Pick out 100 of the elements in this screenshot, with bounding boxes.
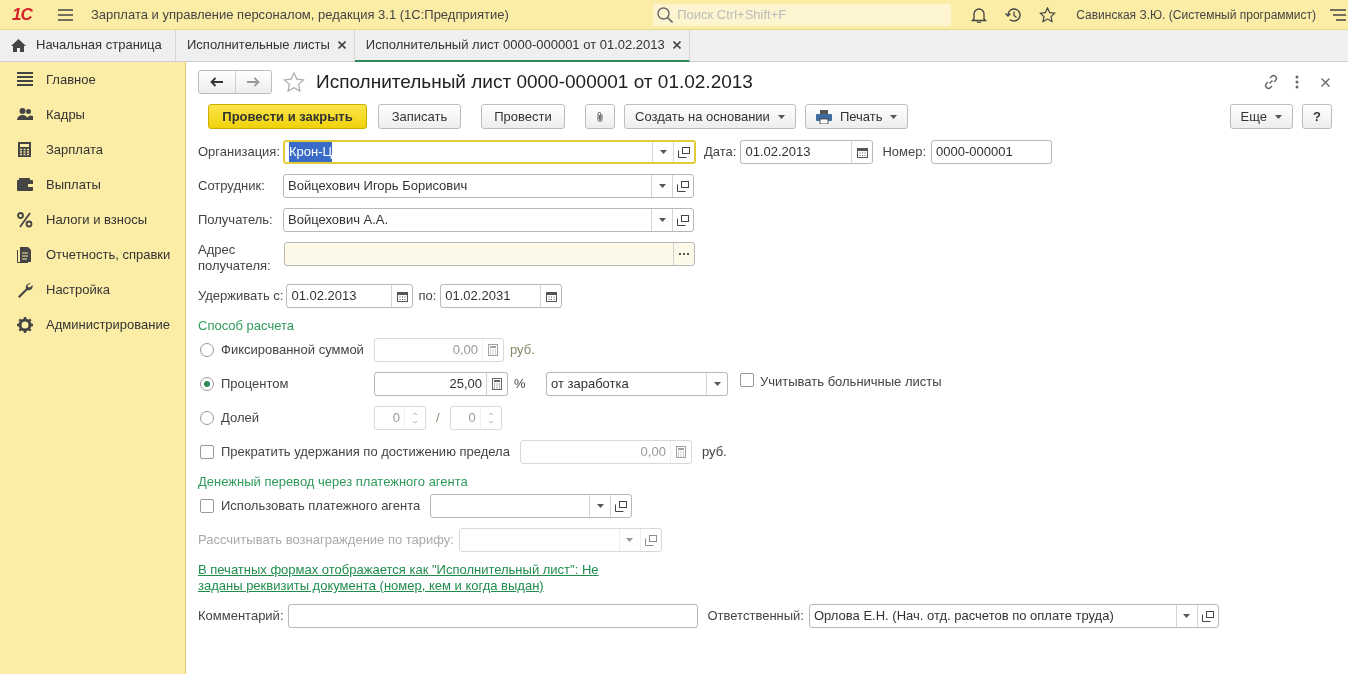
sidebar-item[interactable]: Главное <box>46 69 96 90</box>
close-icon[interactable] <box>672 41 681 49</box>
app-title: Зарплата и управление персоналом, редакция 3.1 (1С:Предприятие) <box>91 5 509 24</box>
document-title: Исполнительный лист 0000-000001 от 01.02.2013 <box>316 69 753 94</box>
more-icon[interactable] <box>1295 75 1299 89</box>
list-icon <box>17 71 33 88</box>
checkbox[interactable] <box>200 499 214 513</box>
attach-button[interactable] <box>585 104 615 129</box>
unit-label: руб. <box>510 341 535 360</box>
logo: 1С <box>12 3 34 26</box>
option-label[interactable]: Фиксированной суммой <box>221 340 364 360</box>
paperclip-icon <box>596 109 604 124</box>
toolbar-button[interactable]: Записать <box>378 104 461 129</box>
field-label: по: <box>418 287 437 306</box>
field-label: Комментарий: <box>198 607 284 626</box>
open-icon <box>615 500 628 512</box>
sidebar-item[interactable]: Настройка <box>46 279 110 300</box>
notice-link[interactable]: В печатных формах отображается как "Исполнительный лист": Не заданы реквизиты документа (номер, кем и когда выдан) <box>198 562 608 594</box>
sidebar-item[interactable]: Налоги и взносы <box>46 209 148 230</box>
spinner-icon <box>487 411 494 425</box>
document-icon <box>17 246 33 263</box>
open-icon <box>677 180 689 192</box>
radio-button[interactable] <box>200 411 214 425</box>
caret-icon <box>890 114 898 119</box>
checkbox[interactable] <box>740 373 754 387</box>
checkbox-label[interactable]: Учитывать больничные листы <box>760 372 942 392</box>
wallet-icon <box>17 176 33 193</box>
checkbox[interactable] <box>200 445 214 459</box>
caret-icon <box>626 538 634 542</box>
calendar-icon <box>396 290 408 302</box>
menu-button[interactable]: Создать на основании <box>624 104 796 129</box>
menu-icon[interactable] <box>1330 8 1346 21</box>
bell-icon[interactable] <box>971 6 988 23</box>
caret-icon <box>659 150 667 154</box>
gear-icon <box>17 316 33 333</box>
field-label: Сотрудник: <box>198 178 266 194</box>
option-label[interactable]: Долей <box>221 408 259 428</box>
home-icon <box>11 38 26 52</box>
menu-button[interactable]: Еще <box>1229 104 1293 129</box>
printer-icon <box>815 109 832 124</box>
tab[interactable]: Исполнительный лист 0000-000001 от 01.02.2013 <box>354 30 690 62</box>
user-name[interactable]: Савинская З.Ю. (Системный программист) <box>1076 5 1316 24</box>
close-icon[interactable] <box>1321 77 1330 87</box>
sidebar-item[interactable]: Выплаты <box>46 174 101 195</box>
search-icon <box>657 6 674 23</box>
close-icon[interactable] <box>337 41 346 49</box>
sidebar-item[interactable]: Отчетность, справки <box>46 244 171 265</box>
wrench-icon <box>17 281 33 298</box>
sidebar-item[interactable]: Администрирование <box>46 314 170 335</box>
spinner-icon <box>412 411 418 425</box>
unit-label: руб. <box>701 443 727 462</box>
caret-icon <box>658 184 666 188</box>
responsible-select[interactable]: Орлова Е.Н. (Нач. отд. расчетов по оплате труда) <box>808 604 1219 628</box>
star-icon[interactable] <box>283 71 305 93</box>
open-icon <box>645 534 657 546</box>
start-date-field[interactable]: 01.02.2013 <box>286 284 414 308</box>
date-field[interactable]: 01.02.2013 <box>740 140 874 164</box>
checkbox-label[interactable]: Использовать платежного агента <box>221 496 421 516</box>
calculator-icon <box>492 378 502 390</box>
menu-button[interactable]: Печать <box>804 104 909 129</box>
caret-icon <box>777 114 785 119</box>
radio-button[interactable] <box>200 343 214 357</box>
calculator-icon <box>675 446 686 458</box>
organization-field[interactable]: Крон-Ц <box>283 140 696 164</box>
star-icon[interactable] <box>1039 6 1057 23</box>
open-icon <box>678 146 690 158</box>
section-heading: Способ расчета <box>198 318 295 334</box>
comment-field[interactable] <box>287 604 698 628</box>
amount-field[interactable]: 25,00 <box>374 372 508 396</box>
sidebar-item[interactable]: Кадры <box>46 104 85 125</box>
employee-field[interactable]: Войцехович Игорь Борисович <box>283 174 694 198</box>
link-icon[interactable] <box>1263 74 1279 90</box>
toolbar-button[interactable]: ? <box>1302 104 1332 129</box>
address-field[interactable] <box>284 242 695 266</box>
open-icon <box>677 214 689 226</box>
caret-icon <box>1275 114 1282 119</box>
menu-icon[interactable] <box>58 8 73 21</box>
number-field[interactable]: 0000-000001 <box>931 140 1053 164</box>
sidebar-item[interactable]: Зарплата <box>46 139 103 160</box>
field-label: Получатель: <box>198 212 274 228</box>
field-label: Рассчитывать вознаграждение по тарифу: <box>198 531 454 550</box>
section-heading: Денежный перевод через платежного агента <box>198 474 469 490</box>
end-date-field[interactable]: 01.02.2031 <box>440 284 563 308</box>
checkbox-label[interactable]: Прекратить удержания по достижению предела <box>221 442 510 462</box>
base-select[interactable]: от заработка <box>546 372 728 396</box>
radio-button[interactable] <box>200 377 214 391</box>
field-label: Дата: <box>704 143 737 162</box>
field-label: Организация: <box>198 144 282 160</box>
calculator-icon <box>488 344 498 356</box>
arrow-left-icon <box>210 77 224 87</box>
recipient-field[interactable]: Войцехович А.А. <box>283 208 694 232</box>
toolbar-button[interactable]: Провести <box>481 104 565 129</box>
field-label: Адрес получателя: <box>198 242 272 274</box>
field-label: Удерживать с: <box>198 287 284 306</box>
caret-icon <box>658 218 666 222</box>
toolbar-button[interactable]: Провести и закрыть <box>208 104 367 129</box>
people-icon <box>17 106 33 123</box>
option-label[interactable]: Процентом <box>221 374 289 394</box>
history-icon[interactable] <box>1005 6 1023 23</box>
arrow-right-icon <box>246 77 260 87</box>
